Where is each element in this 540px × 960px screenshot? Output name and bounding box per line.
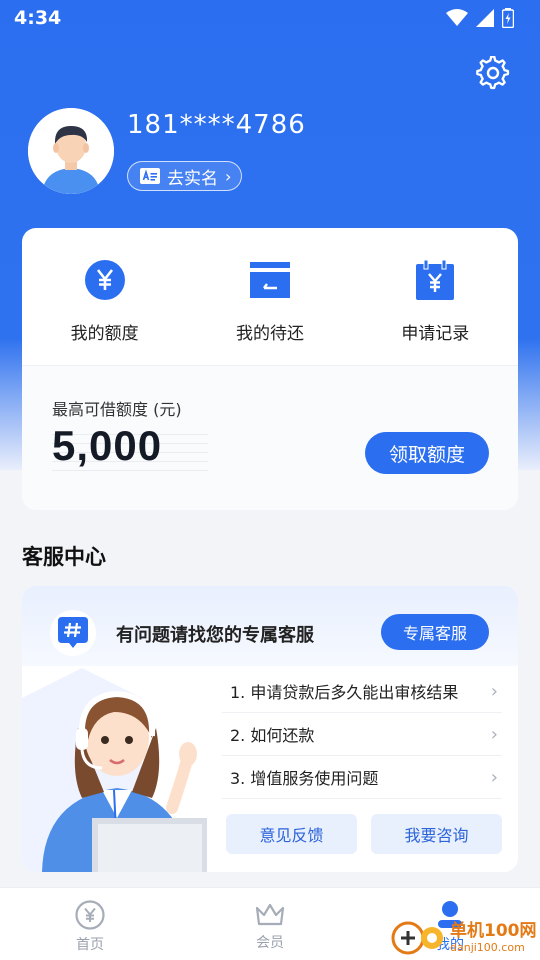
- quick-action-label: 我的额度: [70, 324, 139, 344]
- wifi-icon: [446, 9, 468, 26]
- status-icons: [446, 8, 514, 28]
- watermark-url: danji100.com: [450, 941, 525, 954]
- yen-circle-icon: [75, 900, 105, 930]
- service-card: 有问题请找您的专属客服 专属客服 1. 申请贷款后多久能出审核结果 › 2. 如…: [22, 586, 518, 872]
- service-prompt: 有问题请找您的专属客服: [116, 625, 314, 646]
- signal-icon: [476, 9, 494, 27]
- watermark: 单机100网 danji100.com: [390, 918, 537, 958]
- user-phone: 181****4786: [127, 110, 306, 140]
- nav-label: 首页: [76, 937, 104, 953]
- credit-card: 我的额度 我的待还 申请记录 最高可借额度 (元) 5,000 领取额度: [22, 228, 518, 510]
- chevron-right-icon: ›: [490, 680, 498, 702]
- calendar-yen-icon: [413, 258, 457, 302]
- hashtag-chat-icon: [58, 617, 88, 648]
- battery-icon: [502, 8, 514, 28]
- service-center-title: 客服中心: [22, 545, 106, 569]
- service-actions: 意见反馈 我要咨询: [226, 814, 502, 854]
- chevron-right-icon: ›: [490, 766, 498, 788]
- faq-text: 1. 申请贷款后多久能出审核结果: [230, 683, 459, 702]
- quick-action-label: 我的待还: [235, 324, 304, 344]
- exclusive-service-button[interactable]: 专属客服: [381, 614, 489, 650]
- nav-tab-home[interactable]: 首页: [0, 888, 180, 960]
- crown-icon: [255, 903, 285, 926]
- gear-icon: [476, 56, 510, 90]
- user-avatar-icon: [28, 108, 114, 194]
- quick-action-my-repayment[interactable]: 我的待还: [187, 228, 352, 365]
- watermark-name: 单机100网: [450, 921, 537, 941]
- avatar[interactable]: [28, 108, 114, 194]
- quick-action-label: 申请记录: [401, 324, 470, 344]
- id-card-icon: [140, 168, 160, 184]
- credit-limit-panel: 最高可借额度 (元) 5,000 领取额度: [22, 366, 518, 510]
- faq-item[interactable]: 3. 增值服务使用问题 ›: [222, 756, 502, 799]
- quick-actions: 我的额度 我的待还 申请记录: [22, 228, 518, 366]
- claim-limit-button[interactable]: 领取额度: [365, 432, 489, 474]
- status-time: 4:34: [14, 7, 62, 29]
- service-badge: [50, 610, 96, 656]
- verify-realname-label: 去实名: [167, 168, 218, 189]
- nav-tab-member[interactable]: 会员: [180, 888, 360, 960]
- feedback-button[interactable]: 意见反馈: [226, 814, 357, 854]
- credit-limit-label: 最高可借额度 (元): [52, 400, 182, 419]
- faq-list: 1. 申请贷款后多久能出审核结果 › 2. 如何还款 › 3. 增值服务使用问题…: [222, 670, 502, 799]
- watermark-logo-icon: [391, 921, 443, 955]
- status-bar: 4:34: [0, 0, 540, 36]
- customer-service-illustration: [22, 668, 222, 872]
- yen-circle-icon: [83, 258, 127, 302]
- chevron-right-icon: ›: [490, 723, 498, 745]
- faq-text: 2. 如何还款: [230, 726, 315, 745]
- consult-button[interactable]: 我要咨询: [371, 814, 502, 854]
- faq-item[interactable]: 2. 如何还款 ›: [222, 713, 502, 756]
- verify-realname-button[interactable]: 去实名 ›: [127, 161, 243, 191]
- quick-action-application-record[interactable]: 申请记录: [353, 228, 518, 365]
- chevron-right-icon: ›: [225, 166, 232, 186]
- settings-button[interactable]: [474, 54, 512, 92]
- card-icon: [248, 258, 292, 302]
- nav-label: 会员: [256, 935, 284, 951]
- faq-text: 3. 增值服务使用问题: [230, 769, 379, 788]
- quick-action-my-limit[interactable]: 我的额度: [22, 228, 187, 365]
- watermark-text: 单机100网 danji100.com: [450, 921, 537, 954]
- faq-item[interactable]: 1. 申请贷款后多久能出审核结果 ›: [222, 670, 502, 713]
- credit-limit-value: 5,000: [52, 422, 163, 469]
